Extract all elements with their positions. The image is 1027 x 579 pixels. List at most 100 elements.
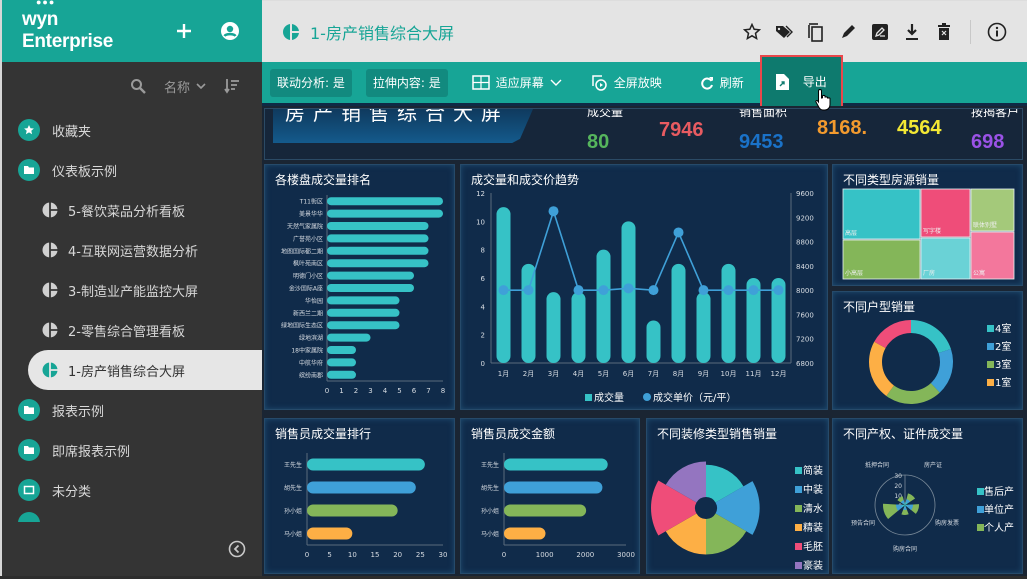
fit-screen-dropdown[interactable]: 适应屏幕 — [462, 69, 572, 97]
sidebar-item[interactable]: 报表示例 — [2, 390, 262, 430]
favorite-button[interactable] — [742, 22, 762, 42]
legend-swatch — [977, 506, 984, 513]
sidebar-item[interactable]: 即席报表示例 — [2, 430, 262, 470]
copy-icon — [808, 22, 823, 42]
category-label: 绿地国际生态区 — [281, 322, 323, 330]
bar — [327, 259, 429, 268]
x-tick-label: 8 — [441, 387, 445, 395]
x-tick-label: 5月 — [598, 370, 609, 378]
duplicate-button[interactable] — [806, 22, 826, 42]
sidebar-item[interactable]: 4-互联网运营数据分析 — [2, 230, 262, 270]
bar — [327, 296, 400, 305]
bar — [496, 207, 511, 363]
kpi-value: 4564 — [897, 117, 942, 139]
add-button[interactable] — [170, 17, 198, 45]
edit-button[interactable] — [838, 22, 858, 42]
download-icon — [906, 23, 918, 40]
sidebar-item[interactable]: 1-房产销售综合大屏 — [28, 350, 262, 390]
category-label: 胡先生 — [481, 484, 499, 492]
kpi-label: 按揭客户 — [971, 108, 1020, 119]
chart-title: 成交量和成交价趋势 — [471, 173, 580, 187]
x-tick-label: 2000 — [576, 551, 594, 559]
sidebar-item-label: 3-制造业产能监控大屏 — [68, 284, 198, 300]
panel-house-type-treemap: 不同类型房源销量 高层 写字楼 联体别墅 小高层 厂房 公寓 — [832, 164, 1023, 286]
bar — [327, 321, 400, 330]
rename-button[interactable] — [870, 22, 890, 42]
sidebar-item-partial[interactable] — [2, 510, 262, 522]
legend-swatch — [795, 543, 802, 550]
x-tick-label: 15 — [371, 551, 380, 559]
folder-icon — [18, 399, 40, 421]
salesperson-amount-chart: 王先生胡先生孙小姐马小姐 0 1000 2000 3000 — [481, 453, 635, 559]
logo[interactable]: ●●● wyn Enterprise — [22, 0, 152, 53]
category-label: 枫叶苑南区 — [293, 260, 323, 268]
x-tick-label: 20 — [393, 551, 402, 559]
logo-text: wyn Enterprise — [22, 9, 113, 52]
price-point — [548, 206, 559, 217]
sort-order-button[interactable] — [224, 78, 240, 94]
legend-swatch — [585, 394, 592, 401]
main-area: 1-房产销售综合大屏 联动分析: 是 拉伸内容: 是 适应屏幕 全屏放映 刷新 — [262, 0, 1027, 576]
star-icon — [743, 22, 761, 40]
refresh-button[interactable]: 刷新 — [690, 69, 754, 97]
axis-label: 房产证 — [924, 461, 942, 469]
treemap-label: 公寓 — [973, 269, 985, 277]
bar — [504, 527, 546, 540]
y2-tick-label: 8400 — [796, 263, 814, 271]
info-button[interactable] — [987, 22, 1007, 42]
y2-tick-label: 8000 — [796, 287, 814, 295]
tags-button[interactable] — [774, 22, 794, 42]
legend-swatch — [987, 379, 994, 386]
category-label: 绿地滨湖 — [299, 334, 323, 342]
bar — [504, 458, 608, 471]
sidebar-item-label: 1-房产销售综合大屏 — [68, 364, 185, 380]
sort-field-dropdown[interactable]: 名称 — [164, 77, 206, 96]
divider — [970, 19, 971, 44]
legend-label: 售后产 — [984, 485, 1014, 498]
user-button[interactable] — [216, 17, 244, 45]
sidebar-item[interactable]: 收藏夹 — [2, 110, 262, 150]
axis-label: 预告合同 — [851, 519, 875, 527]
sidebar-item[interactable]: 3-制造业产能监控大屏 — [2, 270, 262, 310]
bar — [521, 263, 536, 363]
chart-title: 不同户型销量 — [843, 300, 916, 314]
star-icon — [18, 119, 40, 141]
legend-label: 成交单价（元/平） — [653, 391, 736, 404]
download-button[interactable] — [902, 22, 922, 42]
price-point — [773, 285, 784, 296]
collapse-sidebar-button[interactable] — [228, 540, 246, 562]
fullscreen-button[interactable]: 全屏放映 — [580, 69, 672, 97]
dashboard-pie-icon — [42, 282, 58, 298]
kpi-value: 80 — [587, 131, 610, 153]
logo-dots: ●●● — [36, 0, 56, 7]
sidebar-item[interactable]: 2-零售综合管理看板 — [2, 310, 262, 350]
legend-label: 个人产 — [984, 521, 1014, 534]
x-tick-label: 30 — [439, 551, 448, 559]
search-button[interactable] — [130, 78, 146, 94]
delete-button[interactable] — [934, 22, 954, 42]
bar — [307, 527, 353, 540]
bar — [571, 292, 586, 363]
sidebar-item[interactable]: 仪表板示例 — [2, 150, 262, 190]
category-label: 王先生 — [481, 461, 499, 469]
category-label: 孙小姐 — [284, 507, 302, 515]
legend-label: 毛胚 — [803, 541, 823, 553]
sidebar-item[interactable]: 未分类 — [2, 470, 262, 510]
y2-tick-label: 7600 — [796, 311, 814, 319]
legend-swatch — [987, 325, 994, 332]
sidebar-item[interactable]: 5-餐饮菜品分析看板 — [2, 190, 262, 230]
chart-title: 销售员成交金额 — [471, 427, 556, 441]
bar — [327, 333, 371, 342]
category-label: 地图国际都二期 — [281, 247, 323, 255]
bar — [307, 458, 425, 471]
stretch-content-toggle[interactable]: 拉伸内容: 是 — [365, 68, 448, 97]
x-tick-label: 2 — [354, 387, 358, 395]
linkage-analysis-toggle[interactable]: 联动分析: 是 — [270, 68, 352, 97]
y-tick-label: 2 — [481, 332, 485, 340]
x-tick-label: 10月 — [721, 370, 737, 378]
price-point — [523, 285, 534, 296]
legend-label: 2室 — [995, 340, 1011, 353]
legend-label: 1室 — [995, 376, 1011, 389]
document-title: 1-房产销售综合大屏 — [310, 23, 454, 43]
category-label: 明德门小区 — [293, 272, 323, 280]
